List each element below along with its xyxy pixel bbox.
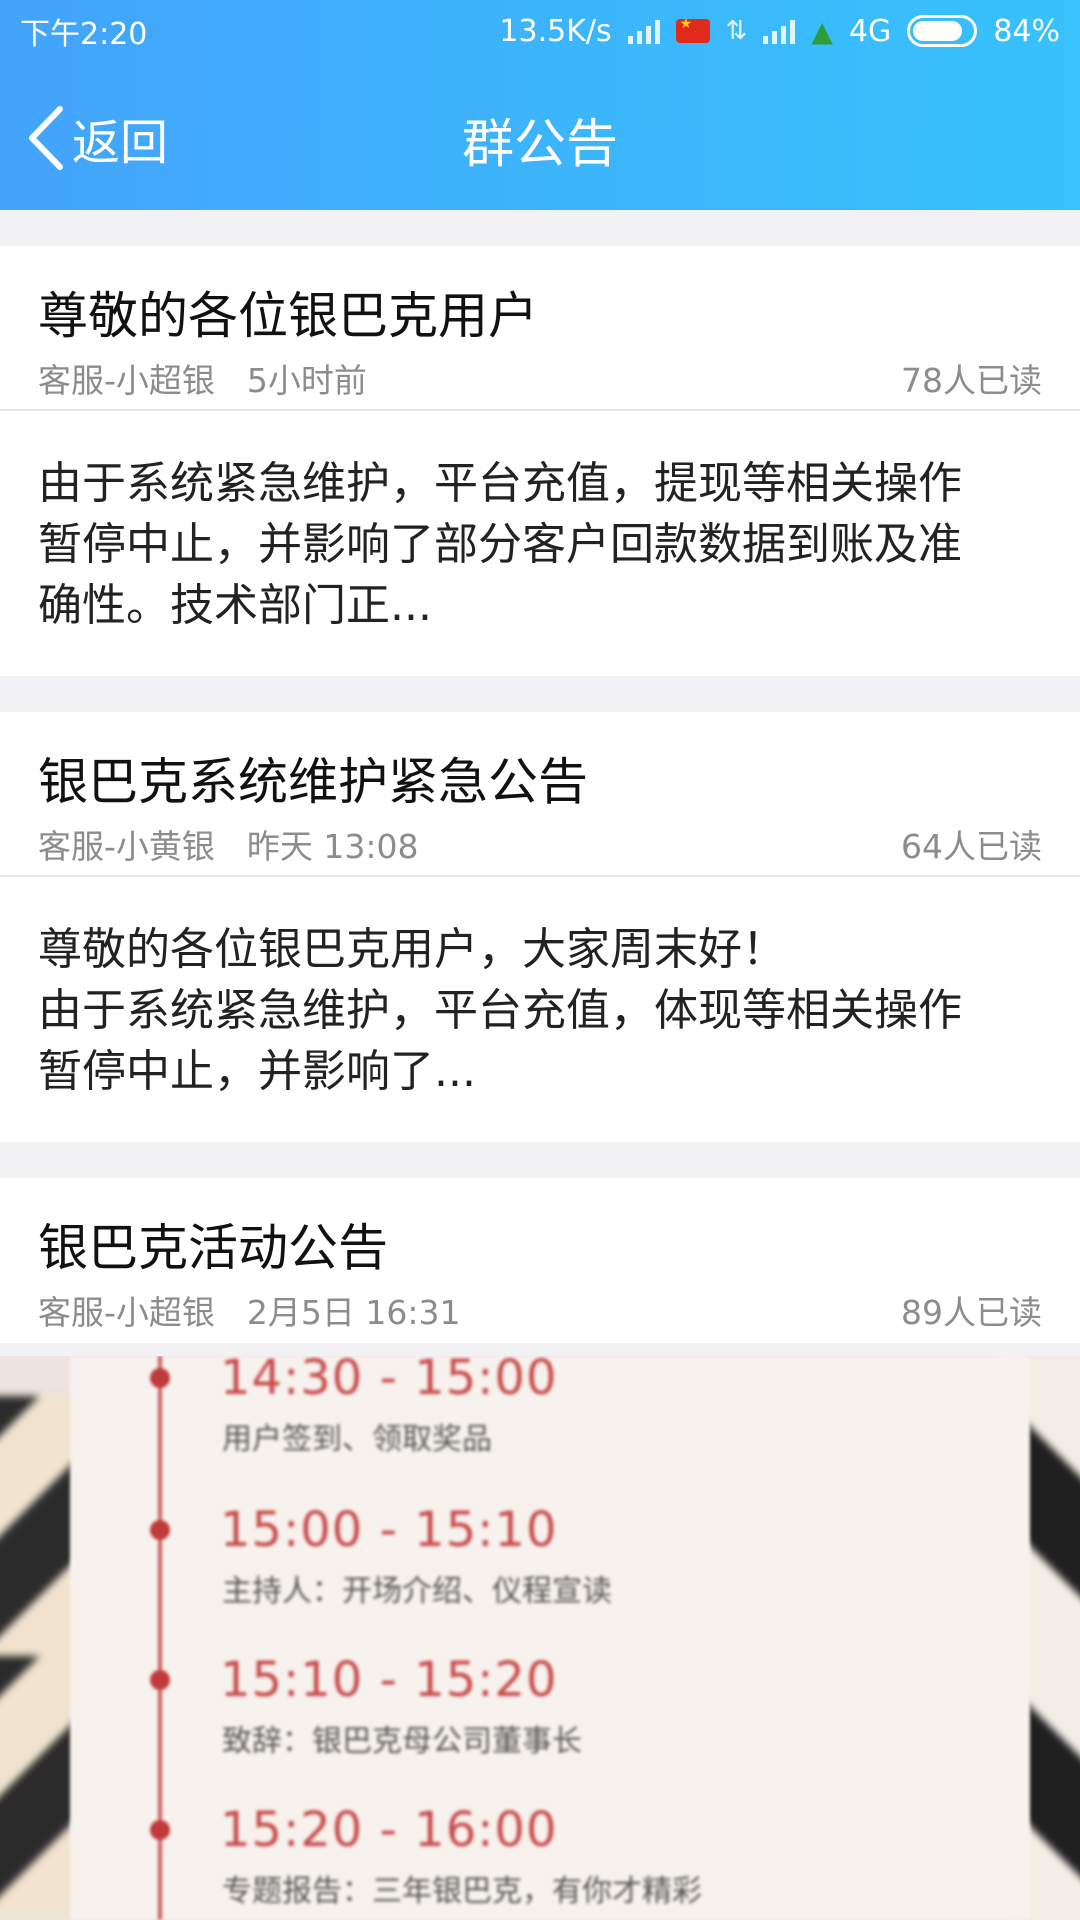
announcement-author: 客服-小超银 bbox=[38, 1293, 215, 1332]
announcement-title: 银巴克系统维护紧急公告 bbox=[38, 753, 588, 811]
network-type: 4G bbox=[848, 13, 892, 49]
status-bar: 下午2:20 13.5K/s ⇅ ▲ 4G 84% bbox=[0, 0, 1080, 62]
schedule-paper: 14:30 - 15:00 用户签到、领取奖品 15:00 - 15:10 主持… bbox=[70, 1356, 1030, 1920]
data-transfer-icon: ⇅ bbox=[725, 16, 748, 46]
announcement-card[interactable]: 银巴克活动公告 客服-小超银 2月5日 16:31 89人已读 bbox=[0, 1178, 1080, 1343]
announcement-time: 昨天 13:08 bbox=[246, 827, 419, 866]
timeline-dot bbox=[150, 1670, 170, 1690]
announcement-header: 银巴克系统维护紧急公告 客服-小黄银 昨天 13:08 64人已读 bbox=[0, 712, 1080, 877]
battery-percent: 84% bbox=[993, 13, 1060, 49]
timeline-dot bbox=[150, 1368, 170, 1388]
signal-icon-2 bbox=[763, 18, 796, 44]
announcement-meta: 客服-小超银 2月5日 16:31 89人已读 bbox=[38, 1286, 1042, 1334]
announcement-body: 尊敬的各位银巴克用户，大家周末好！ 由于系统紧急维护，平台充值，体现等相关操作 … bbox=[38, 924, 962, 1097]
announcement-meta: 客服-小黄银 昨天 13:08 64人已读 bbox=[38, 820, 1042, 868]
status-time: 下午2:20 bbox=[20, 17, 148, 52]
announcement-list: 尊敬的各位银巴克用户 客服-小超银 5小时前 78人已读 由于系统紧急维护，平台… bbox=[0, 210, 1080, 1343]
announcement-header: 尊敬的各位银巴克用户 客服-小超银 5小时前 78人已读 bbox=[0, 246, 1080, 411]
timeline-time: 15:00 - 15:10 bbox=[220, 1502, 558, 1558]
announcement-title: 尊敬的各位银巴克用户 bbox=[38, 287, 538, 345]
timeline-desc: 用户签到、领取奖品 bbox=[222, 1422, 492, 1457]
timeline-dot bbox=[150, 1520, 170, 1540]
announcement-card[interactable]: 银巴克系统维护紧急公告 客服-小黄银 昨天 13:08 64人已读 尊敬的各位银… bbox=[0, 712, 1080, 1142]
navigation-bar: 返回 群公告 bbox=[0, 62, 1080, 210]
header: 下午2:20 13.5K/s ⇅ ▲ 4G 84% 返回 群公告 bbox=[0, 0, 1080, 210]
image-pattern-left bbox=[0, 1396, 80, 1916]
announcement-title: 银巴克活动公告 bbox=[38, 1219, 388, 1277]
announcement-meta: 客服-小超银 5小时前 78人已读 bbox=[38, 354, 1042, 402]
read-count: 78人已读 bbox=[901, 361, 1042, 400]
announcement-time: 2月5日 16:31 bbox=[246, 1293, 461, 1332]
china-flag-icon bbox=[675, 16, 710, 43]
status-indicators: 13.5K/s ⇅ ▲ 4G 84% bbox=[499, 14, 1060, 49]
timeline-desc: 致辞：银巴克母公司董事长 bbox=[222, 1724, 582, 1759]
timeline-time: 14:30 - 15:00 bbox=[220, 1356, 558, 1406]
timeline-desc: 主持人：开场介绍、仪程宣读 bbox=[222, 1574, 612, 1609]
timeline-time: 15:10 - 15:20 bbox=[220, 1652, 558, 1708]
announcement-body: 由于系统紧急维护，平台充值，提现等相关操作 暂停中止，并影响了部分客户回款数据到… bbox=[38, 458, 962, 631]
read-count: 64人已读 bbox=[901, 827, 1042, 866]
announcement-card[interactable]: 尊敬的各位银巴克用户 客服-小超银 5小时前 78人已读 由于系统紧急维护，平台… bbox=[0, 246, 1080, 676]
timeline-dot bbox=[150, 1820, 170, 1840]
announcement-time: 5小时前 bbox=[246, 361, 367, 400]
read-count: 89人已读 bbox=[901, 1293, 1042, 1332]
announcement-header: 银巴克活动公告 客服-小超银 2月5日 16:31 89人已读 bbox=[0, 1178, 1080, 1343]
christmas-tree-icon: ▲ bbox=[811, 14, 833, 48]
announcement-image[interactable]: 14:30 - 15:00 用户签到、领取奖品 15:00 - 15:10 主持… bbox=[0, 1356, 1080, 1920]
page-title: 群公告 bbox=[461, 115, 618, 175]
announcement-author: 客服-小超银 bbox=[38, 361, 215, 400]
timeline-time: 15:20 - 16:00 bbox=[220, 1802, 558, 1858]
battery-icon bbox=[907, 15, 978, 47]
announcement-author: 客服-小黄银 bbox=[38, 827, 215, 866]
network-speed: 13.5K/s bbox=[499, 13, 612, 49]
signal-icon bbox=[627, 18, 660, 44]
timeline-desc: 专题报告：三年银巴克，有你才精彩 bbox=[222, 1874, 702, 1909]
